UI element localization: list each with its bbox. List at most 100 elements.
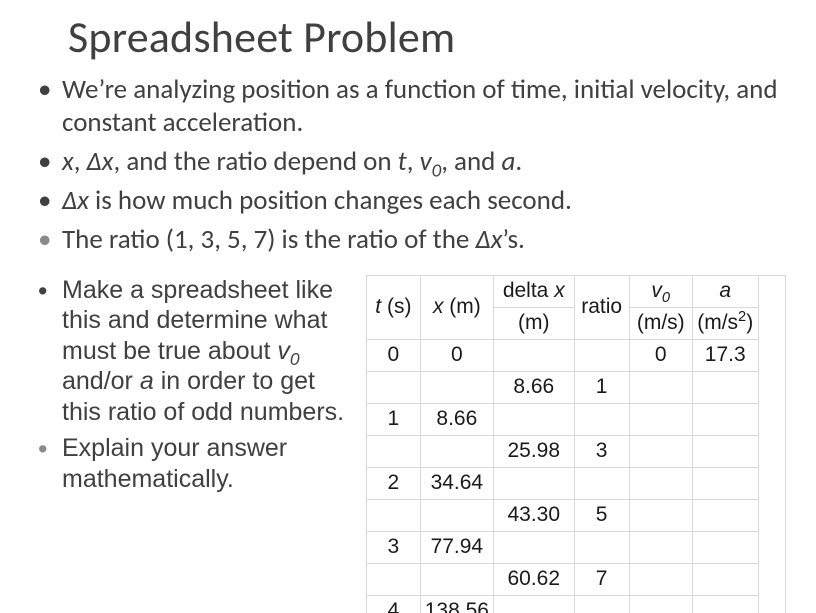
delta: delta	[503, 279, 554, 302]
cell-blank	[493, 595, 574, 613]
var-t: t	[398, 145, 407, 178]
col-header-a-unit: (m/s2)	[692, 307, 758, 339]
unit: (m)	[443, 295, 480, 318]
cell-blank	[420, 499, 493, 531]
pre: (m/s	[697, 311, 738, 334]
cell-t: 3	[367, 531, 421, 563]
cell-blank	[692, 595, 758, 613]
a: a	[719, 279, 731, 302]
zero-sub: 0	[662, 290, 670, 306]
sup: 2	[738, 309, 746, 325]
lower-left: Make a spreadsheet like this and determi…	[30, 275, 360, 613]
cell-blank	[629, 531, 692, 563]
col-header-a-top: a	[692, 275, 758, 307]
col-header-dx-unit: (m)	[493, 307, 574, 339]
var-a: a	[501, 145, 515, 178]
cell-t: 0	[367, 339, 421, 371]
lower-right: t (s) x (m) delta x ratio v0 a (m) (m/s)…	[360, 275, 786, 613]
cell-x: 0	[420, 339, 493, 371]
col-header-x: x (m)	[420, 275, 493, 339]
bullet-make-spreadsheet: Make a spreadsheet like this and determi…	[58, 275, 360, 428]
v: v	[651, 279, 662, 302]
var-v0: v0	[277, 337, 299, 365]
cell-blank	[367, 563, 421, 595]
cell-blank	[629, 403, 692, 435]
v: v	[277, 337, 290, 365]
cell-blank	[367, 371, 421, 403]
var-delta-x: Δx	[475, 223, 502, 256]
cell-ratio: 5	[574, 499, 629, 531]
bullet-explain: Explain your answer mathematically.	[58, 433, 360, 494]
cell-a: 17.3	[692, 339, 758, 371]
text: .	[515, 145, 522, 178]
bullet-3: Δx is how much position changes each sec…	[58, 185, 786, 218]
table-row: 60.62 7	[367, 563, 786, 595]
cell-dx: 8.66	[493, 371, 574, 403]
bullet-4: The ratio (1, 3, 5, 7) is the ratio of t…	[58, 224, 786, 257]
table-row: 1 8.66	[367, 403, 786, 435]
page-title: Spreadsheet Problem	[68, 10, 786, 64]
table-row: 8.66 1	[367, 371, 786, 403]
cell-blank	[420, 371, 493, 403]
cell-x: 34.64	[420, 467, 493, 499]
text: and/or	[62, 367, 140, 395]
cell-blank	[574, 531, 629, 563]
text: ,	[407, 145, 420, 178]
cell-x: 8.66	[420, 403, 493, 435]
var-x: x	[62, 145, 74, 178]
cell-blank	[574, 339, 629, 371]
x: x	[433, 295, 444, 318]
text: is how much position changes each second…	[89, 184, 572, 217]
text: The ratio (1, 3, 5, 7) is the ratio of t…	[62, 223, 475, 256]
cell-blank	[574, 595, 629, 613]
cell-blank	[629, 595, 692, 613]
text: , and	[441, 145, 501, 178]
cell-blank	[629, 371, 692, 403]
cell-blank	[493, 339, 574, 371]
cell-blank	[367, 435, 421, 467]
cell-blank	[629, 499, 692, 531]
cell-blank	[692, 371, 758, 403]
table-row: 2 34.64	[367, 467, 786, 499]
text: , and the ratio depend on	[113, 145, 397, 178]
cell-blank	[692, 499, 758, 531]
cell-v0: 0	[629, 339, 692, 371]
cell-blank	[692, 403, 758, 435]
cell-x: 77.94	[420, 531, 493, 563]
var-delta-x: Δx	[87, 145, 114, 178]
bullet-1: We’re analyzing position as a function o…	[58, 74, 786, 140]
cell-blank	[493, 467, 574, 499]
data-table: t (s) x (m) delta x ratio v0 a (m) (m/s)…	[366, 275, 786, 613]
col-header-ratio: ratio	[574, 275, 629, 339]
trailing-col	[758, 275, 785, 613]
bullet-list-lower: Make a spreadsheet like this and determi…	[30, 275, 360, 495]
cell-blank	[493, 403, 574, 435]
cell-blank	[692, 467, 758, 499]
cell-blank	[493, 531, 574, 563]
cell-blank	[692, 563, 758, 595]
var-a: a	[140, 367, 154, 395]
table-row: 25.98 3	[367, 435, 786, 467]
col-header-v0-top: v0	[629, 275, 692, 307]
unit: (s)	[381, 295, 411, 318]
slide: Spreadsheet Problem We’re analyzing posi…	[0, 0, 816, 613]
col-header-dx-top: delta x	[493, 275, 574, 307]
text: ,	[74, 145, 87, 178]
cell-blank	[420, 435, 493, 467]
cell-ratio: 1	[574, 371, 629, 403]
cell-t: 4	[367, 595, 421, 613]
zero-sub: 0	[290, 349, 300, 369]
col-header-t: t (s)	[367, 275, 421, 339]
cell-blank	[692, 531, 758, 563]
lower-row: Make a spreadsheet like this and determi…	[30, 275, 786, 613]
cell-blank	[420, 563, 493, 595]
table-row: 3 77.94	[367, 531, 786, 563]
cell-dx: 43.30	[493, 499, 574, 531]
cell-blank	[692, 435, 758, 467]
var-delta-x: Δx	[62, 184, 89, 217]
cell-blank	[574, 403, 629, 435]
var-v0: v0	[420, 145, 442, 178]
table-row: 43.30 5	[367, 499, 786, 531]
table-header-row-1: t (s) x (m) delta x ratio v0 a	[367, 275, 786, 307]
post: )	[746, 311, 753, 334]
